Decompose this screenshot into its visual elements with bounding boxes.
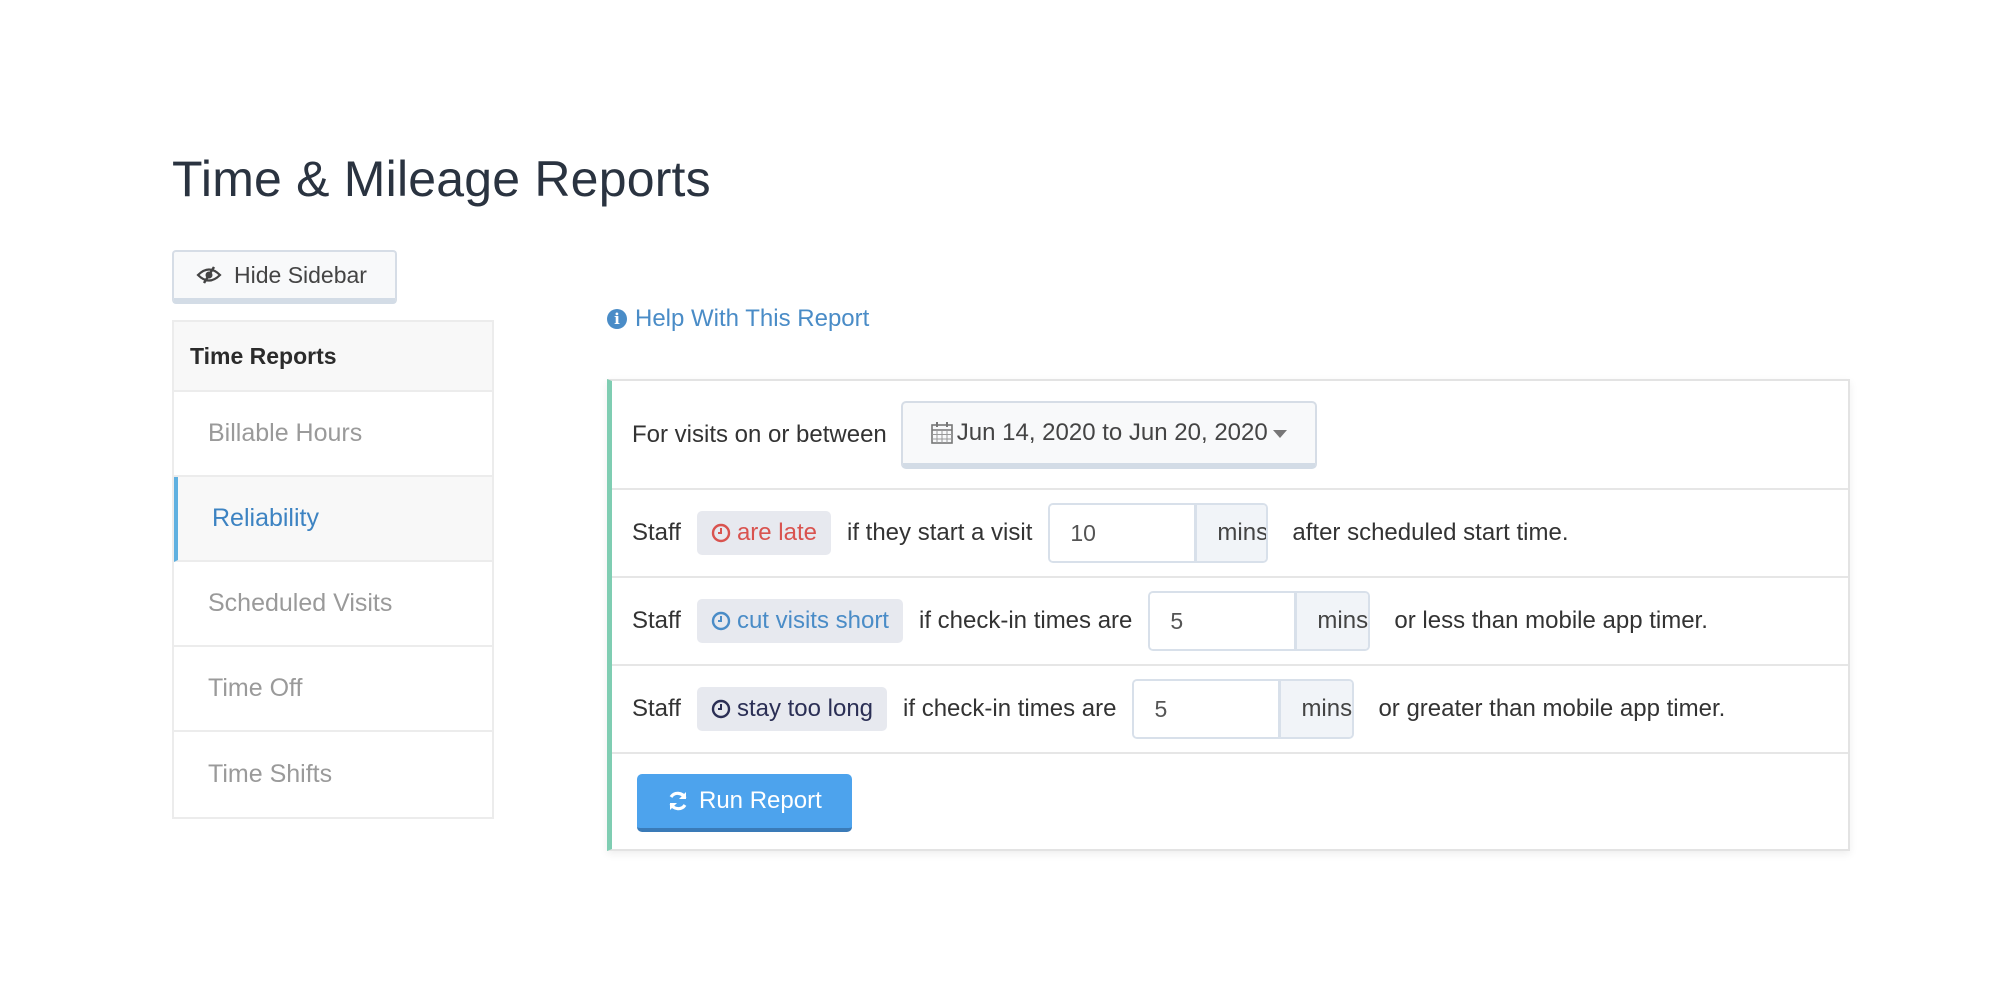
rule-condition: if check-in times are [903, 695, 1117, 722]
help-link-label: Help With This Report [635, 305, 870, 332]
run-report-label: Run Report [699, 787, 822, 814]
date-range-picker[interactable]: Jun 14, 2020 to Jun 20, 2020 [900, 400, 1317, 469]
clock-icon [711, 611, 731, 631]
caret-down-icon [1272, 430, 1287, 438]
late-minutes-input[interactable] [1050, 505, 1195, 561]
refresh-icon [669, 791, 687, 811]
help-link[interactable]: i Help With This Report [607, 305, 869, 333]
late-minutes-group: mins [1048, 503, 1269, 563]
late-tag: are late [696, 511, 831, 555]
clock-icon [711, 523, 731, 543]
date-range-value: Jun 14, 2020 to Jun 20, 2020 [956, 418, 1268, 446]
rule-suffix: or greater than mobile app timer. [1378, 695, 1726, 722]
sidebar-item-time-off[interactable]: Time Off [174, 647, 492, 732]
short-minutes-group: mins [1148, 591, 1371, 651]
rule-condition: if check-in times are [918, 607, 1133, 634]
page-title: Time & Mileage Reports [172, 151, 711, 207]
long-minutes-input[interactable] [1134, 681, 1279, 737]
unit-label: mins [1294, 593, 1369, 649]
clock-icon [711, 699, 731, 719]
hide-sidebar-label: Hide Sidebar [234, 261, 367, 288]
hide-sidebar-button[interactable]: Hide Sidebar [172, 250, 397, 304]
date-range-row: For visits on or between Jun 14, 2020 to… [612, 381, 1848, 490]
long-tag-label: stay too long [736, 695, 874, 722]
unit-label: mins [1278, 681, 1353, 737]
run-row: Run Report [612, 754, 1848, 852]
short-tag-label: cut visits short [736, 607, 889, 634]
sidebar-item-scheduled-visits[interactable]: Scheduled Visits [174, 562, 492, 647]
sidebar-item-time-shifts[interactable]: Time Shifts [174, 732, 492, 817]
report-form-panel: For visits on or between Jun 14, 2020 to… [607, 379, 1850, 851]
rule-row-long: Staff stay too long if check-in times ar… [612, 666, 1848, 754]
rule-prefix: Staff [632, 607, 681, 634]
short-minutes-input[interactable] [1150, 593, 1295, 649]
rule-row-late: Staff are late if they start a visit min… [612, 490, 1848, 578]
run-report-button[interactable]: Run Report [637, 774, 852, 832]
sidebar: Time Reports Billable Hours Reliability … [172, 320, 494, 819]
sidebar-heading: Time Reports [174, 322, 492, 392]
rule-condition: if they start a visit [847, 519, 1033, 546]
rule-suffix: after scheduled start time. [1292, 519, 1569, 546]
rule-prefix: Staff [632, 519, 681, 546]
date-range-label: For visits on or between [632, 420, 887, 448]
late-tag-label: are late [736, 519, 817, 546]
calendar-icon [930, 421, 953, 444]
eye-slash-icon [196, 266, 222, 284]
unit-label: mins [1194, 505, 1267, 561]
rule-prefix: Staff [632, 695, 681, 722]
short-tag: cut visits short [696, 599, 903, 643]
long-tag: stay too long [696, 687, 888, 731]
sidebar-item-billable-hours[interactable]: Billable Hours [174, 392, 492, 477]
rule-row-short: Staff cut visits short if check-in times… [612, 578, 1848, 666]
sidebar-item-reliability[interactable]: Reliability [174, 477, 492, 562]
rule-suffix: or less than mobile app timer. [1394, 607, 1708, 634]
info-circle-icon: i [607, 309, 627, 329]
long-minutes-group: mins [1132, 679, 1355, 739]
